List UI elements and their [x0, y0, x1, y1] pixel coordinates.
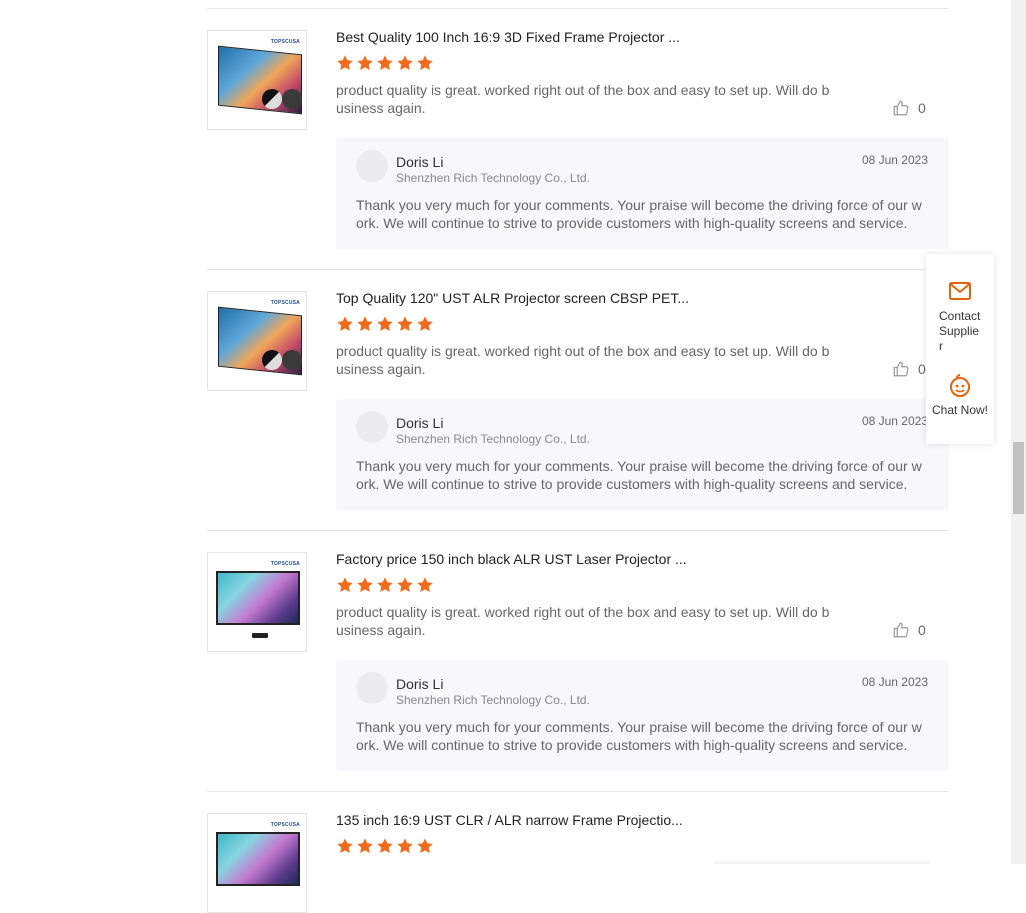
like-count: 0 — [918, 622, 926, 638]
screen-image — [216, 832, 300, 886]
star-icon — [417, 55, 433, 70]
product-title-link[interactable]: Factory price 150 inch black ALR UST Las… — [336, 551, 687, 567]
product-thumbnail[interactable]: TOPSCUSA — [207, 30, 307, 130]
star-icon — [337, 577, 353, 592]
screen-image — [216, 571, 300, 625]
star-icon — [377, 838, 393, 853]
chat-now-label: Chat Now! — [931, 403, 989, 417]
brand-logo: TOPSCUSA — [270, 39, 300, 45]
review-text: product quality is great. worked right o… — [336, 82, 830, 116]
star-icon — [337, 316, 353, 331]
like-button[interactable]: 0 — [892, 360, 926, 378]
reply-author: Doris Li — [396, 676, 444, 692]
avatar — [356, 150, 388, 182]
star-icon — [357, 838, 373, 853]
star-icon — [417, 577, 433, 592]
star-rating — [336, 315, 434, 333]
swatch-image — [282, 350, 302, 370]
star-icon — [397, 577, 413, 592]
brand-logo: TOPSCUSA — [270, 822, 300, 828]
vertical-scrollbar[interactable] — [1011, 0, 1026, 864]
thumbs-up-icon — [893, 622, 909, 638]
swatch-image — [262, 350, 282, 370]
floating-contact-panel: Contact Supplier Chat Now! — [926, 254, 994, 444]
product-thumbnail[interactable]: TOPSCUSA — [207, 291, 307, 391]
star-icon — [377, 55, 393, 70]
star-rating — [336, 576, 434, 594]
like-button[interactable]: 0 — [892, 621, 926, 639]
star-icon — [417, 316, 433, 331]
reply-company: Shenzhen Rich Technology Co., Ltd. — [396, 693, 590, 707]
product-title-link[interactable]: 135 inch 16:9 UST CLR / ALR narrow Frame… — [336, 812, 683, 828]
product-title-link[interactable]: Top Quality 120" UST ALR Projector scree… — [336, 290, 689, 306]
star-icon — [357, 577, 373, 592]
reply-date: 08 Jun 2023 — [861, 414, 928, 428]
star-icon — [397, 316, 413, 331]
chat-bot-icon — [950, 374, 970, 397]
thumbs-up-icon — [893, 100, 909, 116]
chat-now-button[interactable]: Chat Now! — [926, 374, 994, 418]
review-divider — [207, 791, 949, 792]
supplier-reply: Doris Li Shenzhen Rich Technology Co., L… — [336, 660, 949, 771]
review-divider — [207, 8, 949, 9]
scrollbar-thumb[interactable] — [1013, 442, 1024, 514]
star-icon — [377, 577, 393, 592]
reply-text: Thank you very much for your comments. Y… — [356, 197, 922, 231]
star-rating — [336, 54, 434, 72]
brand-logo: TOPSCUSA — [270, 561, 300, 567]
floating-bar-shadow — [714, 858, 930, 864]
reply-company: Shenzhen Rich Technology Co., Ltd. — [396, 432, 590, 446]
like-button[interactable]: 0 — [892, 99, 926, 117]
star-icon — [397, 838, 413, 853]
product-title-link[interactable]: Best Quality 100 Inch 16:9 3D Fixed Fram… — [336, 29, 680, 45]
swatch-image — [262, 89, 282, 109]
reply-text: Thank you very much for your comments. Y… — [356, 458, 922, 492]
product-thumbnail[interactable]: TOPSCUSA — [207, 813, 307, 913]
review-text: product quality is great. worked right o… — [336, 604, 830, 638]
contact-supplier-label: Contact Supplier — [939, 309, 981, 353]
reply-company: Shenzhen Rich Technology Co., Ltd. — [396, 171, 590, 185]
supplier-reply: Doris Li Shenzhen Rich Technology Co., L… — [336, 399, 949, 510]
review-divider — [207, 269, 949, 270]
star-icon — [357, 55, 373, 70]
reply-date: 08 Jun 2023 — [861, 675, 928, 689]
brand-logo: TOPSCUSA — [270, 300, 300, 306]
star-icon — [337, 838, 353, 853]
thumbs-up-icon — [893, 361, 909, 377]
reply-text: Thank you very much for your comments. Y… — [356, 719, 922, 753]
reply-author: Doris Li — [396, 415, 444, 431]
product-thumbnail[interactable]: TOPSCUSA — [207, 552, 307, 652]
star-icon — [417, 838, 433, 853]
like-count: 0 — [918, 100, 926, 116]
star-icon — [397, 55, 413, 70]
swatch-image — [282, 89, 302, 109]
mail-icon — [949, 282, 971, 300]
avatar — [356, 411, 388, 443]
projector-image — [252, 633, 268, 638]
like-count: 0 — [918, 361, 926, 377]
reply-date: 08 Jun 2023 — [861, 153, 928, 167]
star-rating — [336, 837, 434, 855]
contact-supplier-button[interactable]: Contact Supplier — [926, 280, 994, 354]
review-divider — [207, 530, 949, 531]
star-icon — [377, 316, 393, 331]
supplier-reply: Doris Li Shenzhen Rich Technology Co., L… — [336, 138, 949, 249]
review-text: product quality is great. worked right o… — [336, 343, 830, 377]
reply-author: Doris Li — [396, 154, 444, 170]
star-icon — [337, 55, 353, 70]
avatar — [356, 672, 388, 704]
star-icon — [357, 316, 373, 331]
